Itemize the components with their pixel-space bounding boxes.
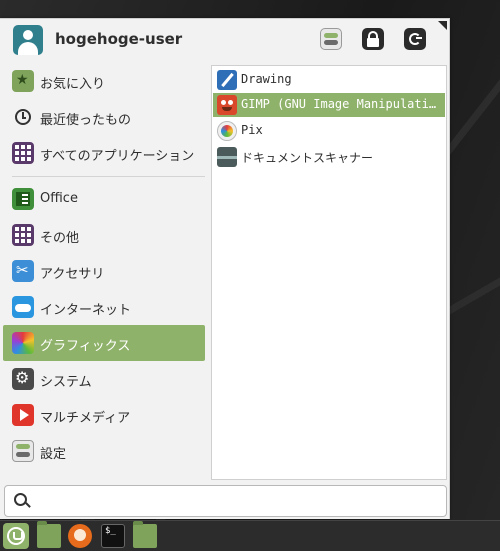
category-label: マルチメディア xyxy=(40,411,131,426)
category-label: 最近使ったもの xyxy=(40,113,132,128)
category-office[interactable]: Office xyxy=(3,181,205,217)
app-label: ドキュメントスキャナー xyxy=(241,151,374,165)
app-item-pix[interactable]: Pix xyxy=(213,119,445,143)
category-graphics[interactable]: グラフィックス xyxy=(3,325,205,361)
grid-icon xyxy=(12,224,34,246)
category-label: Office xyxy=(40,191,78,206)
category-internet[interactable]: インターネット xyxy=(3,289,205,325)
pix-icon xyxy=(217,121,237,141)
mint-menu-button[interactable] xyxy=(3,523,29,549)
app-item-drawing[interactable]: Drawing xyxy=(213,68,445,92)
drawing-pen-icon xyxy=(217,70,237,90)
search-box xyxy=(4,485,447,517)
category-favorites[interactable]: お気に入り xyxy=(3,63,205,99)
category-separator xyxy=(12,176,205,177)
app-item-gimp[interactable]: GIMP (GNU Image Manipulati… xyxy=(213,93,445,117)
category-system[interactable]: システム xyxy=(3,361,205,397)
lock-screen-button[interactable] xyxy=(362,28,384,50)
category-all-applications[interactable]: すべてのアプリケーション xyxy=(3,135,205,171)
clock-icon xyxy=(12,106,34,128)
app-label: Pix xyxy=(241,123,263,137)
scanner-icon xyxy=(217,147,237,167)
settings-button[interactable] xyxy=(320,28,342,50)
firefox-icon[interactable] xyxy=(68,524,92,548)
category-label: インターネット xyxy=(40,303,132,318)
category-other[interactable]: その他 xyxy=(3,217,205,253)
menu-header: hogehoge-user xyxy=(0,19,449,61)
category-settings[interactable]: 設定 xyxy=(3,433,205,469)
app-item-document-scanner[interactable]: ドキュメントスキャナー xyxy=(213,145,445,169)
logout-icon xyxy=(409,33,421,45)
play-icon xyxy=(12,404,34,426)
category-label: お気に入り xyxy=(40,77,106,92)
application-list: Drawing GIMP (GNU Image Manipulati… Pix … xyxy=(211,65,447,480)
taskbar xyxy=(0,520,500,551)
category-multimedia[interactable]: マルチメディア xyxy=(3,397,205,433)
avatar[interactable] xyxy=(13,25,43,55)
mint-menu-icon xyxy=(7,527,25,545)
gear-icon xyxy=(12,368,34,390)
category-label: システム xyxy=(40,375,92,390)
category-label: 設定 xyxy=(40,447,67,462)
category-recent[interactable]: 最近使ったもの xyxy=(3,99,205,135)
app-label: GIMP (GNU Image Manipulati… xyxy=(241,97,437,111)
settings-toggle-icon xyxy=(324,33,338,38)
cloud-icon xyxy=(12,296,34,318)
app-label: Drawing xyxy=(241,72,292,86)
folder-icon[interactable] xyxy=(133,521,157,548)
search-icon xyxy=(14,493,27,506)
office-doc-icon xyxy=(12,188,34,210)
username-label: hogehoge-user xyxy=(55,30,183,48)
scissors-icon xyxy=(12,260,34,282)
logout-button[interactable] xyxy=(404,28,426,50)
category-accessories[interactable]: アクセサリ xyxy=(3,253,205,289)
search-input[interactable] xyxy=(35,490,439,512)
application-menu: hogehoge-user お気に入り 最近使ったもの すべてのアプリケーション xyxy=(0,18,450,519)
favorites-star-icon xyxy=(12,70,34,92)
color-wheel-icon xyxy=(12,332,34,354)
category-label: その他 xyxy=(40,231,80,246)
gimp-icon xyxy=(217,95,237,115)
terminal-icon[interactable] xyxy=(101,524,125,548)
category-label: すべてのアプリケーション xyxy=(40,149,195,164)
category-label: アクセサリ xyxy=(40,267,105,282)
folder-icon[interactable] xyxy=(37,521,61,548)
toggle-settings-icon xyxy=(12,440,34,462)
grid-icon xyxy=(12,142,34,164)
category-label: グラフィックス xyxy=(40,339,131,354)
